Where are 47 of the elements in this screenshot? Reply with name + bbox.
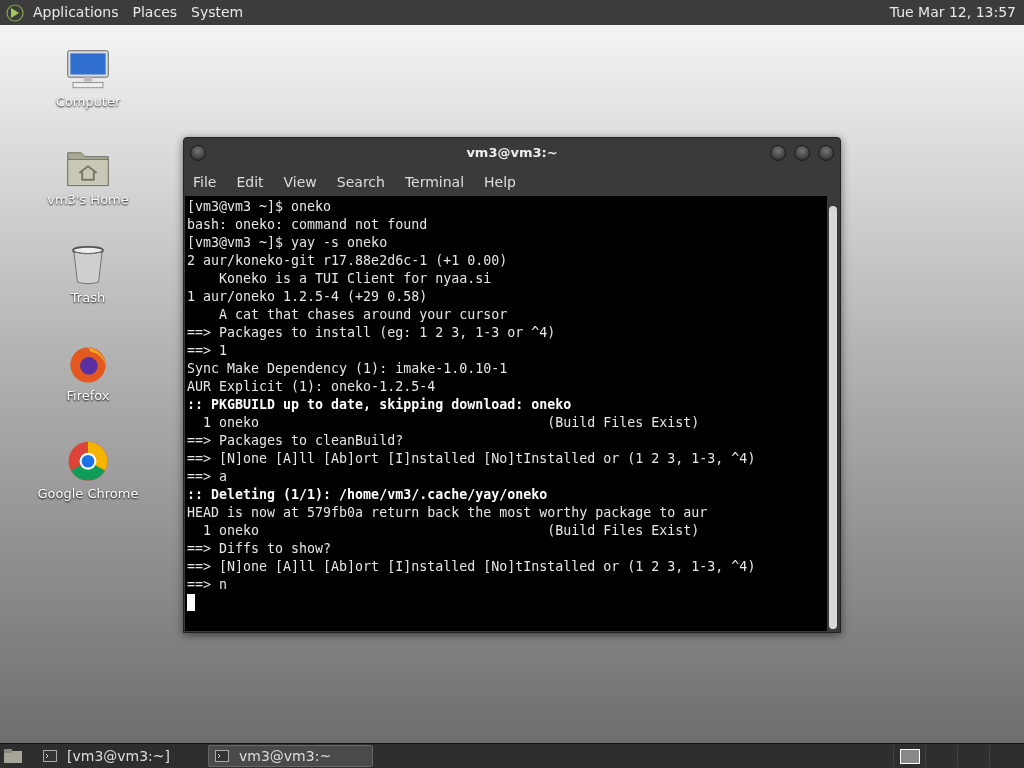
terminal-line: A cat that chases around your cursor <box>218 306 508 324</box>
panel-menu[interactable]: Places <box>132 2 178 23</box>
terminal-line: 1 oneko (Build Files Exist) <box>202 414 700 432</box>
terminal-line: ==> 1 <box>187 342 228 360</box>
terminal-line: ==> [N]one [A]ll [Ab]ort [I]nstalled [No]tInstalled or (1 2 3, 1-3, ^4) <box>187 558 756 576</box>
terminal-line: [vm3@vm3 ~]$ oneko <box>187 198 332 216</box>
panel-menu[interactable]: Applications <box>33 2 119 23</box>
terminal-line: ==> Diffs to show? <box>187 540 332 558</box>
menu-item[interactable]: Terminal <box>404 171 465 193</box>
terminal-line: ==> Packages to install (eg: 1 2 3, 1-3 or ^4) <box>187 324 556 342</box>
terminal-line: bash: oneko: command not found <box>187 216 428 234</box>
terminal-line: 1 oneko (Build Files Exist) <box>202 522 700 540</box>
terminal-line: :: Deleting (1/1): /home/vm3/.cache/yay/oneko <box>187 486 548 504</box>
window-button[interactable] <box>190 145 206 161</box>
terminal-line: ==> a <box>187 468 228 486</box>
terminal-line: AUR Explicit (1): oneko-1.2.5-4 <box>187 378 436 396</box>
terminal-line: Sync Make Dependency (1): imake-1.0.10-1 <box>187 360 508 378</box>
terminal-line: ==> [N]one [A]ll [Ab]ort [I]nstalled [No]tInstalled or (1 2 3, 1-3, ^4) <box>187 450 756 468</box>
terminal-line: ==> Packages to cleanBuild? <box>187 432 404 450</box>
icon-label[interactable]: Computer <box>55 91 121 111</box>
scrollbar[interactable] <box>827 196 839 631</box>
show-desktop-icon[interactable] <box>3 748 23 764</box>
taskbar-item[interactable]: vm3@vm3:~ <box>208 745 373 767</box>
terminal-line: ==> n <box>187 576 228 594</box>
logo-icon[interactable] <box>6 3 24 22</box>
terminal-line: HEAD is now at 579fb0a return back the most worthy package to aur <box>187 504 708 522</box>
window-button[interactable] <box>794 145 810 161</box>
cursor <box>187 594 195 611</box>
window-title: vm3@vm3:~ <box>466 144 558 163</box>
window-button[interactable] <box>770 145 786 161</box>
terminal-line: 2 aur/koneko-git r17.88e2d6c-1 (+1 0.00) <box>187 252 508 270</box>
terminal-icon <box>215 750 229 762</box>
terminal-icon <box>43 750 57 762</box>
window-button[interactable] <box>818 145 834 161</box>
menu-item[interactable]: Search <box>336 171 385 193</box>
clock[interactable]: Tue Mar 12, 13:57 <box>889 2 1016 23</box>
terminal-line: 1 aur/oneko 1.2.5-4 (+29 0.58) <box>187 288 428 306</box>
icon-label[interactable]: vm3's Home <box>47 189 129 209</box>
taskbar-item[interactable]: [vm3@vm3:~] <box>37 745 202 767</box>
menu-item[interactable]: Help <box>484 171 516 193</box>
terminal-line: [vm3@vm3 ~]$ yay -s oneko <box>187 234 388 252</box>
menu-item[interactable]: File <box>193 171 217 193</box>
terminal-line: :: PKGBUILD up to date, skipping download: oneko <box>187 396 572 414</box>
menu-item[interactable]: View <box>283 171 317 193</box>
menu-item[interactable]: Edit <box>236 171 264 193</box>
terminal-line: Koneko is a TUI Client for nyaa.si <box>218 270 492 288</box>
panel-menu[interactable]: System <box>191 2 244 23</box>
